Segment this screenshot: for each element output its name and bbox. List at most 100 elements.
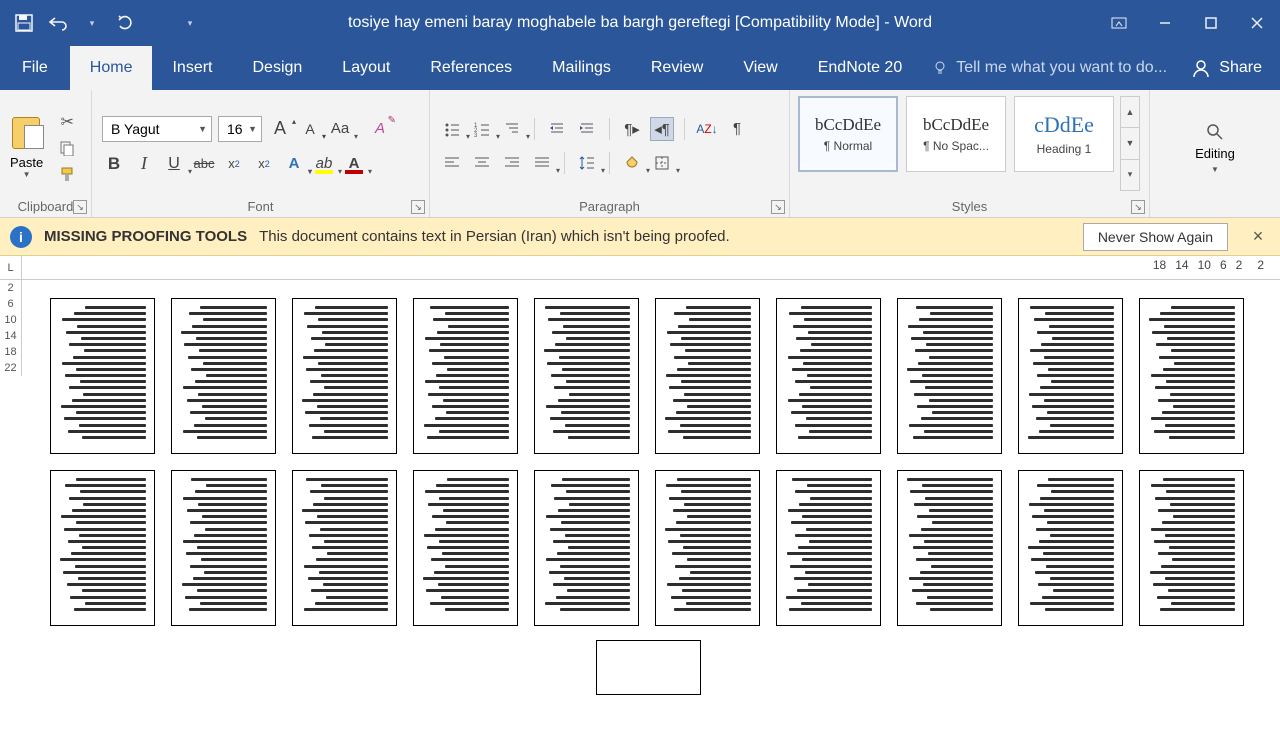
- tab-review[interactable]: Review: [631, 46, 723, 90]
- font-name-combo[interactable]: B Yagut▼: [102, 116, 212, 142]
- page-thumbnail[interactable]: [1018, 298, 1123, 454]
- rtl-direction-icon[interactable]: ◂¶: [650, 117, 674, 141]
- page-thumbnails[interactable]: [22, 280, 1280, 744]
- page-thumbnail[interactable]: [1018, 470, 1123, 626]
- align-center-icon[interactable]: [470, 151, 494, 175]
- tab-endnote[interactable]: EndNote 20: [798, 46, 923, 90]
- message-text: This document contains text in Persian (…: [259, 228, 730, 245]
- info-icon: i: [10, 226, 32, 248]
- styles-launcher-icon[interactable]: ↘: [1131, 200, 1145, 214]
- superscript-button[interactable]: x2: [252, 152, 276, 176]
- decrease-indent-icon[interactable]: [545, 117, 569, 141]
- shading-icon[interactable]: [620, 151, 644, 175]
- tab-insert[interactable]: Insert: [152, 46, 232, 90]
- highlight-icon[interactable]: ab: [312, 152, 336, 176]
- tab-file[interactable]: File: [0, 46, 70, 90]
- page-thumbnail[interactable]: [171, 470, 276, 626]
- page-thumbnail[interactable]: [897, 470, 1002, 626]
- shrink-font-icon[interactable]: A▾: [298, 117, 322, 141]
- close-icon[interactable]: [1234, 0, 1280, 46]
- align-right-icon[interactable]: [500, 151, 524, 175]
- page-thumbnail[interactable]: [292, 298, 397, 454]
- expand-gallery-icon[interactable]: ▾: [1121, 160, 1139, 190]
- line-spacing-icon[interactable]: [575, 151, 599, 175]
- undo-dropdown-icon[interactable]: ▾: [82, 13, 102, 33]
- page-thumbnail[interactable]: [413, 470, 518, 626]
- close-message-icon[interactable]: ×: [1246, 226, 1270, 247]
- style-normal[interactable]: bCcDdEe ¶ Normal: [798, 96, 898, 172]
- copy-icon[interactable]: [57, 138, 77, 158]
- tab-view[interactable]: View: [723, 46, 797, 90]
- minimize-icon[interactable]: [1142, 0, 1188, 46]
- page-thumbnail[interactable]: [1139, 298, 1244, 454]
- scroll-up-icon[interactable]: ▲: [1121, 97, 1139, 128]
- align-left-icon[interactable]: [440, 151, 464, 175]
- multilevel-list-icon[interactable]: [500, 117, 524, 141]
- grow-font-icon[interactable]: A▴: [268, 117, 292, 141]
- never-show-again-button[interactable]: Never Show Again: [1083, 223, 1228, 251]
- change-case-icon[interactable]: Aa: [328, 117, 352, 141]
- font-launcher-icon[interactable]: ↘: [411, 200, 425, 214]
- font-size-combo[interactable]: 16▼: [218, 116, 262, 142]
- strikethrough-button[interactable]: abc: [192, 152, 216, 176]
- tab-mailings[interactable]: Mailings: [532, 46, 631, 90]
- page-thumbnail[interactable]: [776, 470, 881, 626]
- page-thumbnail[interactable]: [596, 640, 701, 695]
- underline-button[interactable]: U: [162, 152, 186, 176]
- paste-button[interactable]: Paste ▼: [4, 111, 49, 179]
- tab-selector-icon[interactable]: L: [0, 256, 22, 279]
- style-heading-1[interactable]: cDdEe Heading 1: [1014, 96, 1114, 172]
- bold-button[interactable]: B: [102, 152, 126, 176]
- style-no-spacing[interactable]: bCcDdEe ¶ No Spac...: [906, 96, 1006, 172]
- share-button[interactable]: Share: [1173, 46, 1280, 90]
- paragraph-label: Paragraph: [579, 199, 640, 214]
- cut-icon[interactable]: ✂: [57, 112, 77, 132]
- show-marks-icon[interactable]: ¶: [725, 117, 749, 141]
- borders-icon[interactable]: [650, 151, 674, 175]
- numbering-icon[interactable]: 123: [470, 117, 494, 141]
- clipboard-launcher-icon[interactable]: ↘: [73, 200, 87, 214]
- redo-icon[interactable]: [116, 13, 136, 33]
- paragraph-launcher-icon[interactable]: ↘: [771, 200, 785, 214]
- chevron-down-icon: ▼: [1211, 165, 1219, 174]
- qat-customize-icon[interactable]: ▾: [180, 13, 200, 33]
- font-color-icon[interactable]: A: [342, 152, 366, 176]
- bullets-icon[interactable]: [440, 117, 464, 141]
- increase-indent-icon[interactable]: [575, 117, 599, 141]
- page-thumbnail[interactable]: [50, 298, 155, 454]
- justify-icon[interactable]: [530, 151, 554, 175]
- page-thumbnail[interactable]: [534, 470, 639, 626]
- page-thumbnail[interactable]: [534, 298, 639, 454]
- tab-design[interactable]: Design: [232, 46, 322, 90]
- styles-gallery-scroll[interactable]: ▲▼▾: [1120, 96, 1140, 191]
- ltr-direction-icon[interactable]: ¶▸: [620, 117, 644, 141]
- clear-formatting-icon[interactable]: A✎: [368, 117, 392, 141]
- tab-home[interactable]: Home: [70, 46, 153, 90]
- ruler-vertical[interactable]: 2 6 10 14 18 22: [0, 280, 22, 744]
- page-thumbnail[interactable]: [171, 298, 276, 454]
- format-painter-icon[interactable]: [57, 164, 77, 184]
- maximize-icon[interactable]: [1188, 0, 1234, 46]
- page-thumbnail[interactable]: [292, 470, 397, 626]
- editing-label: Editing: [1195, 146, 1235, 161]
- text-effects-icon[interactable]: A: [282, 152, 306, 176]
- tab-references[interactable]: References: [410, 46, 532, 90]
- subscript-button[interactable]: x2: [222, 152, 246, 176]
- tab-layout[interactable]: Layout: [322, 46, 410, 90]
- page-thumbnail[interactable]: [50, 470, 155, 626]
- tell-me-search[interactable]: Tell me what you want to do...: [922, 46, 1173, 90]
- page-thumbnail[interactable]: [776, 298, 881, 454]
- ribbon: Paste ▼ ✂ Clipboard↘ B Yagut▼ 16▼ A▴ A▾ …: [0, 90, 1280, 218]
- sort-icon[interactable]: AZ↓: [695, 117, 719, 141]
- ribbon-display-icon[interactable]: [1096, 0, 1142, 46]
- find-button[interactable]: Editing ▼: [1181, 118, 1249, 174]
- undo-icon[interactable]: [48, 13, 68, 33]
- page-thumbnail[interactable]: [655, 470, 760, 626]
- page-thumbnail[interactable]: [1139, 470, 1244, 626]
- scroll-down-icon[interactable]: ▼: [1121, 128, 1139, 159]
- page-thumbnail[interactable]: [897, 298, 1002, 454]
- page-thumbnail[interactable]: [413, 298, 518, 454]
- page-thumbnail[interactable]: [655, 298, 760, 454]
- save-icon[interactable]: [14, 13, 34, 33]
- italic-button[interactable]: I: [132, 152, 156, 176]
